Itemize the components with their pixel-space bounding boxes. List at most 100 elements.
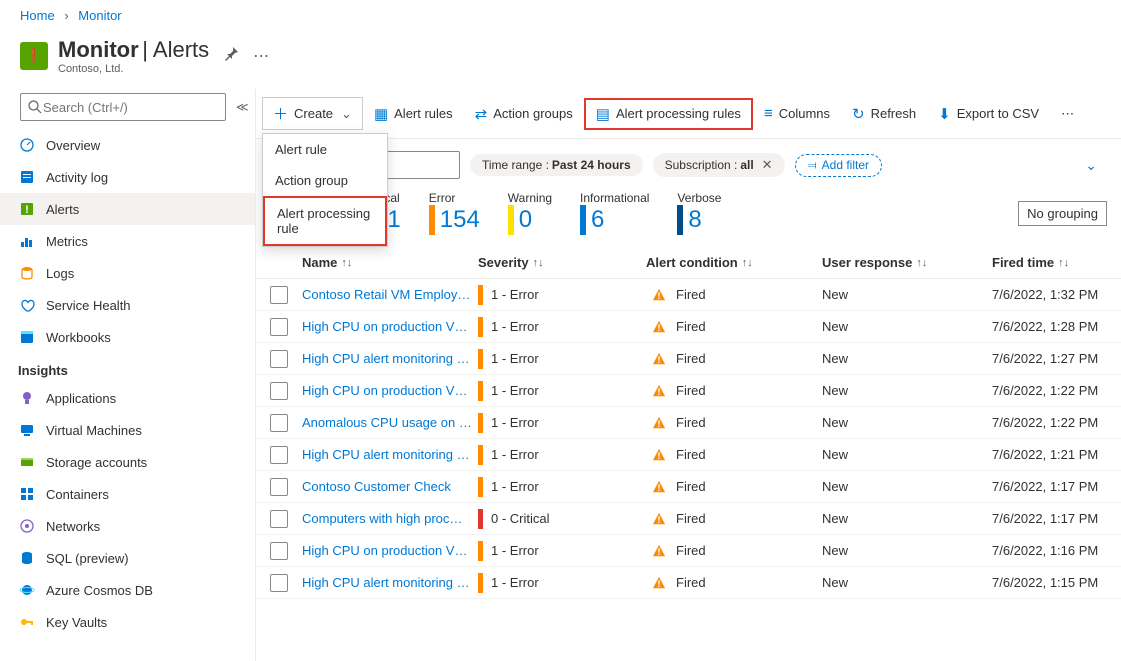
table-row[interactable]: Contoso Customer Check1 - ErrorFiredNew7… [256, 471, 1121, 503]
row-name-link[interactable]: Computers with high proc… [302, 511, 478, 526]
columns-icon: ≡ [764, 105, 773, 122]
table-row[interactable]: High CPU on production V…1 - ErrorFiredN… [256, 375, 1121, 407]
sort-icon: ↑↓ [341, 257, 352, 269]
row-severity: 0 - Critical [478, 509, 646, 529]
dropdown-alert-processing-rule[interactable]: Alert processing rule [263, 196, 387, 246]
metrics-icon [18, 232, 36, 250]
warning-icon [652, 576, 666, 590]
pin-icon[interactable] [223, 46, 239, 67]
storage-icon [18, 453, 36, 471]
row-checkbox[interactable] [270, 478, 288, 496]
table-row[interactable]: High CPU alert monitoring …1 - ErrorFire… [256, 439, 1121, 471]
warning-icon [652, 352, 666, 366]
row-response: New [822, 415, 992, 430]
row-checkbox[interactable] [270, 318, 288, 336]
table-row[interactable]: Anomalous CPU usage on …1 - ErrorFiredNe… [256, 407, 1121, 439]
breadcrumb-monitor[interactable]: Monitor [78, 8, 121, 23]
more-icon[interactable]: ⋯ [253, 46, 269, 66]
warning-icon [652, 416, 666, 430]
sidebar-item-azure-cosmos-db[interactable]: Azure Cosmos DB [0, 574, 255, 606]
col-severity[interactable]: Severity↑↓ [478, 255, 646, 270]
search-icon [27, 99, 43, 115]
row-condition: Fired [646, 319, 822, 334]
breadcrumb-home[interactable]: Home [20, 8, 55, 23]
row-checkbox[interactable] [270, 446, 288, 464]
row-checkbox[interactable] [270, 414, 288, 432]
close-icon[interactable]: ✕ [762, 157, 773, 173]
warning-icon [652, 384, 666, 398]
toolbar-more-button[interactable]: ⋯ [1050, 100, 1085, 128]
add-filter-button[interactable]: ⫤ Add filter [795, 154, 882, 177]
row-checkbox[interactable] [270, 574, 288, 592]
sidebar-item-virtual-machines[interactable]: Virtual Machines [0, 414, 255, 446]
sidebar-item-label: Key Vaults [46, 615, 107, 630]
table-row[interactable]: High CPU alert monitoring …1 - ErrorFire… [256, 343, 1121, 375]
sidebar-item-metrics[interactable]: Metrics [0, 225, 255, 257]
sidebar-item-applications[interactable]: Applications [0, 382, 255, 414]
filter-subscription[interactable]: Subscription :all ✕ [653, 153, 785, 177]
row-name-link[interactable]: High CPU alert monitoring … [302, 351, 478, 366]
row-time: 7/6/2022, 1:22 PM [992, 383, 1107, 398]
alert-rules-button[interactable]: ▦ Alert rules [363, 99, 464, 129]
action-groups-button[interactable]: ⇄ Action groups [464, 99, 584, 129]
row-checkbox[interactable] [270, 542, 288, 560]
sidebar-item-storage-accounts[interactable]: Storage accounts [0, 446, 255, 478]
row-name-link[interactable]: High CPU on production V… [302, 383, 478, 398]
col-name[interactable]: Name↑↓ [302, 255, 478, 270]
sidebar-item-activity-log[interactable]: Activity log [0, 161, 255, 193]
row-severity: 1 - Error [478, 285, 646, 305]
table-row[interactable]: Contoso Retail VM Employ…1 - ErrorFiredN… [256, 279, 1121, 311]
sidebar-search[interactable] [20, 93, 226, 121]
dropdown-alert-rule[interactable]: Alert rule [263, 134, 387, 165]
row-checkbox[interactable] [270, 350, 288, 368]
applications-icon [18, 389, 36, 407]
expand-chevron-icon[interactable]: ⌄ [1085, 157, 1107, 174]
row-name-link[interactable]: High CPU alert monitoring … [302, 575, 478, 590]
table-row[interactable]: High CPU alert monitoring …1 - ErrorFire… [256, 567, 1121, 599]
sidebar-item-overview[interactable]: Overview [0, 129, 255, 161]
filter-time-range[interactable]: Time range :Past 24 hours [470, 154, 643, 176]
metric-warning[interactable]: Warning 0 [508, 191, 552, 235]
row-name-link[interactable]: Anomalous CPU usage on … [302, 415, 478, 430]
metric-informational[interactable]: Informational 6 [580, 191, 649, 235]
sidebar-item-service-health[interactable]: Service Health [0, 289, 255, 321]
row-checkbox[interactable] [270, 510, 288, 528]
table-row[interactable]: High CPU on production V…1 - ErrorFiredN… [256, 311, 1121, 343]
sidebar-item-key-vaults[interactable]: Key Vaults [0, 606, 255, 638]
create-button[interactable]: ＋ Create ⌄ [262, 97, 363, 130]
sidebar-item-alerts[interactable]: !Alerts [0, 193, 255, 225]
sidebar-item-sql-(preview)[interactable]: SQL (preview) [0, 542, 255, 574]
sidebar-item-containers[interactable]: Containers [0, 478, 255, 510]
main-content: ＋ Create ⌄ ▦ Alert rules ⇄ Action groups… [256, 89, 1121, 661]
row-name-link[interactable]: Contoso Customer Check [302, 479, 478, 494]
row-checkbox[interactable] [270, 382, 288, 400]
sidebar-item-logs[interactable]: Logs [0, 257, 255, 289]
row-name-link[interactable]: High CPU alert monitoring … [302, 447, 478, 462]
refresh-button[interactable]: ↻ Refresh [841, 99, 927, 129]
row-name-link[interactable]: Contoso Retail VM Employ… [302, 287, 478, 302]
col-response[interactable]: User response↑↓ [822, 255, 992, 270]
columns-button[interactable]: ≡ Columns [753, 99, 841, 128]
metric-verbose[interactable]: Verbose 8 [677, 191, 721, 235]
search-input[interactable] [43, 100, 219, 115]
table-row[interactable]: Computers with high proc…0 - CriticalFir… [256, 503, 1121, 535]
export-button[interactable]: ⬇ Export to CSV [927, 99, 1050, 129]
grouping-select[interactable]: No grouping [1018, 201, 1107, 226]
alert-processing-rules-button[interactable]: ▤ Alert processing rules [584, 98, 753, 130]
row-name-link[interactable]: High CPU on production V… [302, 543, 478, 558]
page-header: ❗ Monitor | Alerts Contoso, Ltd. ⋯ [0, 31, 1121, 89]
sidebar-item-networks[interactable]: Networks [0, 510, 255, 542]
breadcrumb-sep: › [64, 8, 68, 23]
table-row[interactable]: High CPU on production V…1 - ErrorFiredN… [256, 535, 1121, 567]
dropdown-action-group[interactable]: Action group [263, 165, 387, 196]
collapse-sidebar-icon[interactable]: ≪ [236, 100, 249, 114]
row-name-link[interactable]: High CPU on production V… [302, 319, 478, 334]
row-checkbox[interactable] [270, 286, 288, 304]
sidebar-item-label: Storage accounts [46, 455, 147, 470]
metric-error[interactable]: Error 154 [429, 191, 480, 235]
sidebar-item-workbooks[interactable]: Workbooks [0, 321, 255, 353]
col-time[interactable]: Fired time↑↓ [992, 255, 1107, 270]
col-condition[interactable]: Alert condition↑↓ [646, 255, 822, 270]
download-icon: ⬇ [938, 105, 951, 123]
row-severity: 1 - Error [478, 445, 646, 465]
